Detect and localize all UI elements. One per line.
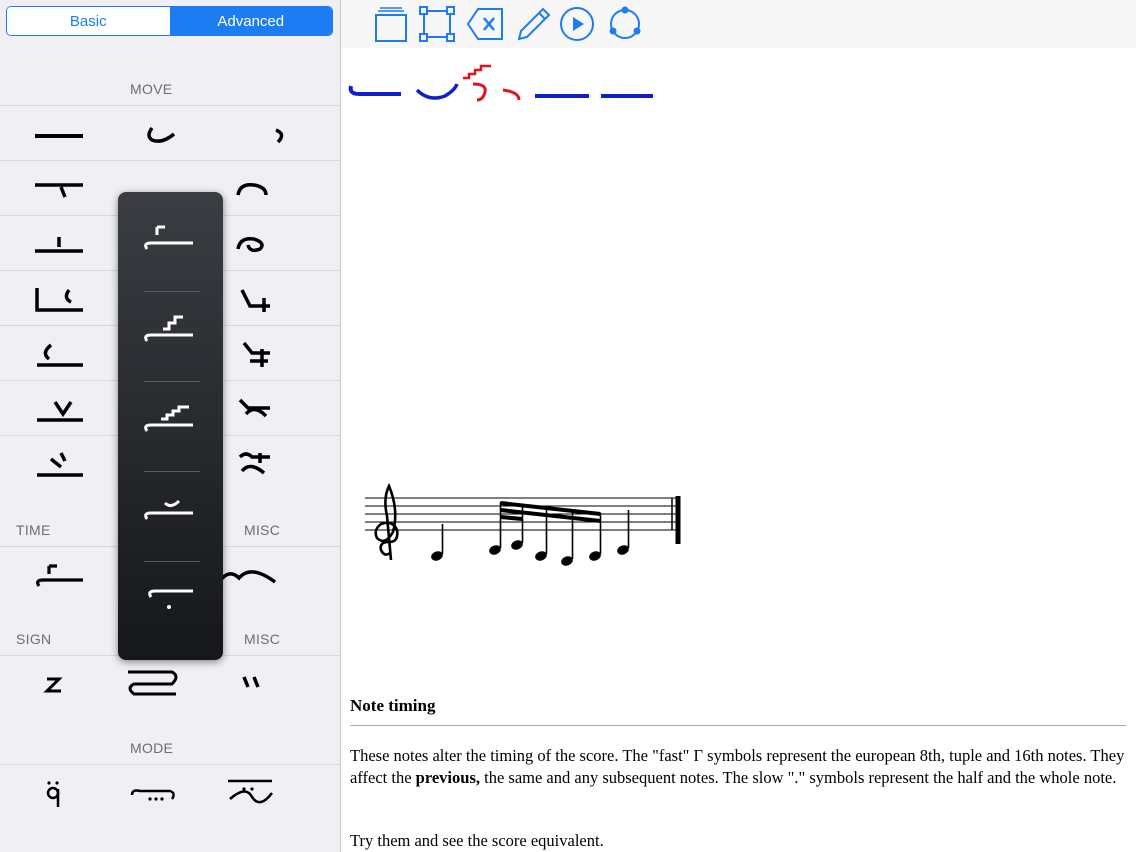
symbol-mode-2[interactable] — [97, 765, 207, 820]
instruction-paragraph: Try them and see the score equivalent. — [350, 831, 604, 850]
popup-gorgon[interactable] — [118, 194, 223, 282]
section-header-time: TIME — [16, 522, 51, 538]
symbol-palette: Basic Advanced MOVE TIME MISC SIGN MISC — [0, 0, 341, 852]
description-paragraph: These notes alter the timing of the scor… — [350, 746, 1125, 787]
neume-sequence — [348, 64, 653, 102]
symbol-oligon-dyo-ypsili[interactable] — [0, 381, 110, 436]
section-header-mode: MODE — [130, 740, 174, 756]
final-barline — [671, 496, 681, 544]
timing-popup-menu — [118, 192, 223, 660]
advanced-tab[interactable]: Advanced — [169, 7, 332, 35]
symbol-mode-1[interactable] — [0, 765, 110, 820]
popup-trigorgon[interactable] — [118, 374, 223, 462]
symbol-sign-wave[interactable] — [97, 656, 207, 711]
sign-row — [0, 655, 340, 711]
symbol-apostrophos[interactable] — [195, 106, 305, 161]
popup-argon[interactable] — [118, 464, 223, 552]
note-quarter-2 — [617, 510, 630, 555]
section-title: Note timing — [350, 696, 436, 715]
symbol-petasti[interactable] — [0, 271, 110, 326]
neume-digorgon-red — [463, 64, 491, 80]
sync-icon[interactable] — [605, 4, 645, 44]
popup-digorgon[interactable] — [118, 284, 223, 372]
section-header-move: MOVE — [130, 81, 173, 97]
symbol-oligon-ypsili[interactable] — [0, 326, 110, 381]
section-header-misc: MISC — [244, 522, 281, 538]
mode-row — [0, 764, 340, 820]
symbol-oligon-double-kentima[interactable] — [0, 216, 110, 271]
symbol-oligon-kentimata[interactable] — [0, 436, 110, 491]
neume-ison — [348, 85, 401, 96]
neume-hook-red — [472, 82, 487, 102]
mode-segmented-control: Basic Advanced — [6, 6, 333, 36]
popup-klasma[interactable] — [118, 554, 223, 642]
symbol-gorgon[interactable] — [0, 547, 110, 602]
layers-icon[interactable] — [371, 4, 411, 44]
treble-clef — [374, 482, 399, 561]
symbol-ison[interactable] — [0, 106, 110, 161]
move-row-1 — [0, 105, 340, 161]
symbol-sign-z[interactable] — [0, 656, 110, 711]
divider — [350, 725, 1126, 726]
symbol-oligon-kentima[interactable] — [0, 161, 110, 216]
neume-oligon — [415, 83, 459, 100]
neume-apostrophos-red — [502, 88, 521, 101]
symbol-oligon-hook[interactable] — [97, 106, 207, 161]
select-box-icon[interactable] — [417, 4, 457, 44]
section-header-misc-2: MISC — [244, 631, 281, 647]
staff-notation — [365, 482, 681, 566]
symbol-double-quote[interactable] — [195, 656, 305, 711]
section-header-sign: SIGN — [16, 631, 52, 647]
delete-icon[interactable] — [465, 4, 505, 44]
play-icon[interactable] — [557, 4, 597, 44]
toolbar — [341, 0, 1136, 48]
pencil-icon[interactable] — [512, 4, 552, 44]
beamed-sixteenths — [489, 540, 601, 566]
symbol-mode-3[interactable] — [195, 765, 305, 820]
basic-tab[interactable]: Basic — [7, 7, 170, 35]
